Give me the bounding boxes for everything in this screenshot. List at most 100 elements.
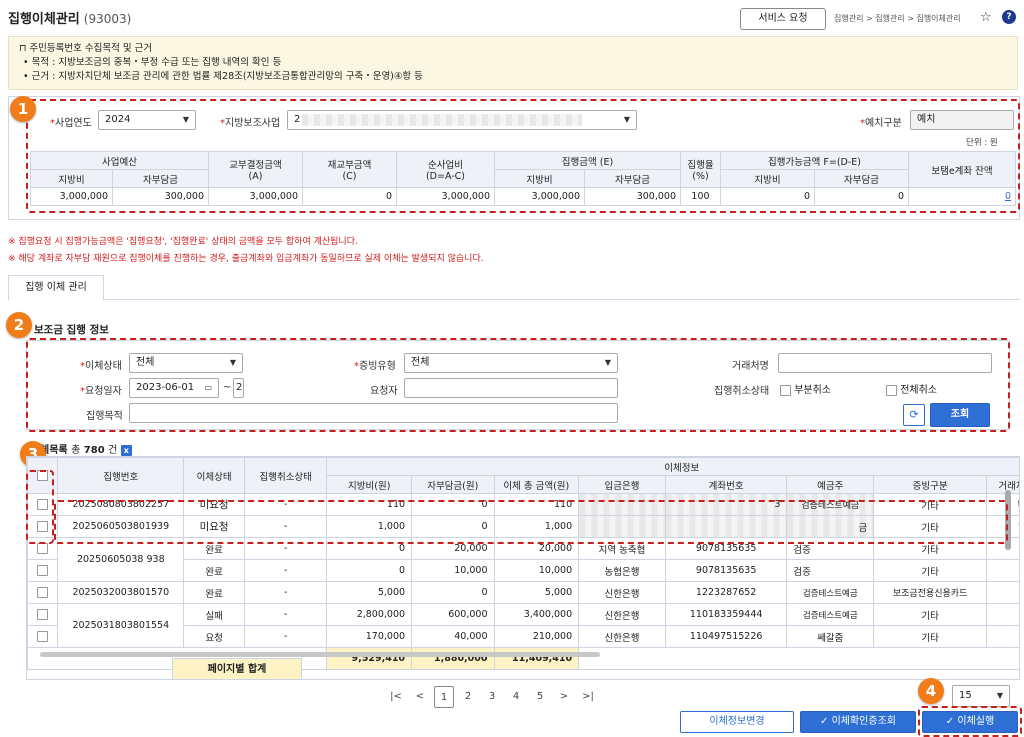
year-select-value: 2024 — [105, 114, 131, 125]
page-1-button[interactable]: 1 — [434, 686, 454, 708]
step-badge-1: 1 — [10, 96, 36, 122]
col-transfer-info: 이체정보 — [326, 457, 1019, 476]
total-cell: 210,000 — [493, 625, 580, 648]
tab-transfer-management[interactable]: 집행 이체 관리 — [8, 275, 104, 300]
account-cell: 9078135635 — [664, 559, 788, 582]
budget-cell: 3,000,000 — [208, 187, 303, 206]
next-page-button[interactable]: > — [554, 686, 574, 708]
requester-label: 요청자 — [370, 386, 398, 397]
col-status: 이체상태 — [183, 457, 245, 494]
evidence-select[interactable]: 전체 ▼ — [404, 353, 618, 373]
highlight-box-3b — [54, 500, 1008, 544]
status-select[interactable]: 전체 ▼ — [129, 353, 243, 373]
regrant-header: 재교부금액 (C) — [302, 151, 397, 188]
page-2-button[interactable]: 2 — [458, 686, 478, 708]
change-transfer-info-button[interactable]: 이체정보변경 — [680, 711, 794, 733]
horizontal-scrollbar[interactable] — [40, 652, 600, 657]
tab-bar-line — [8, 299, 1020, 300]
col-holder: 예금주 — [786, 475, 875, 494]
service-request-button[interactable]: 서비스 요청 — [740, 8, 826, 30]
row-checkbox[interactable] — [37, 565, 49, 576]
star-icon[interactable]: ☆ — [980, 10, 992, 25]
local-cell: 5,000 — [326, 581, 413, 604]
net-header-sub: (D=A-C) — [425, 171, 466, 182]
exec-self-header: 자부담금 — [584, 169, 681, 188]
last-page-button[interactable]: >| — [578, 686, 598, 708]
row-checkbox[interactable] — [37, 587, 49, 598]
vendor-input[interactable] — [778, 353, 992, 373]
row-checkbox[interactable] — [37, 609, 49, 620]
page-3-button[interactable]: 3 — [482, 686, 502, 708]
page-size-value: 15 — [959, 690, 972, 701]
row-checkbox[interactable] — [37, 543, 49, 554]
project-label-text: 지방보조사업 — [225, 118, 281, 129]
search-button[interactable]: 조회 — [930, 403, 990, 427]
col-account: 계좌번호 — [664, 475, 788, 494]
budget-cell: 3,000,000 — [494, 187, 585, 206]
evidence-cell: 기타 — [873, 559, 988, 582]
self-header: 자부담금 — [112, 169, 209, 188]
status-select-value: 전체 — [136, 357, 155, 368]
refresh-button[interactable]: ⟳ — [903, 404, 925, 426]
evidence-cell: 기타 — [873, 625, 988, 648]
date-to-value: 2 — [236, 382, 243, 393]
status-cell: 요청 — [183, 625, 245, 648]
status-cell: 완료 — [183, 581, 245, 604]
cancel-cell: - — [243, 603, 328, 626]
row-checkbox-cell[interactable] — [27, 625, 59, 648]
step-badge-4: 4 — [918, 678, 944, 704]
list-total-label: 총 — [71, 445, 81, 456]
calendar-icon[interactable]: ▭ — [204, 379, 212, 397]
transfer-confirm-lookup-button[interactable]: ✓ 이체확인증조회 — [800, 711, 916, 733]
checkbox[interactable] — [780, 384, 791, 396]
full-cancel-checkbox[interactable]: 전체취소 — [886, 381, 937, 396]
highlight-box-4 — [918, 706, 1022, 737]
budget-cell: 0 — [720, 187, 815, 206]
exec-no-cell: 20250605038 938 — [57, 537, 185, 582]
table-row[interactable]: 2025031803801554 실패 - 2,800,000 600,000 … — [27, 603, 1019, 648]
budget-cell: 300,000 — [584, 187, 681, 206]
col-total: 이체 총 금액(원) — [493, 475, 580, 494]
help-icon[interactable]: ? — [1002, 10, 1016, 24]
requester-input[interactable] — [404, 378, 618, 398]
purpose-input[interactable] — [129, 403, 618, 423]
account-cell: 110183359444 — [664, 603, 788, 626]
checkbox[interactable] — [886, 384, 897, 396]
budget-cell: 0 — [814, 187, 909, 206]
first-page-button[interactable]: |< — [386, 686, 406, 708]
table-row[interactable]: 2025032003801570 완료 - 5,000 0 5,000 신한은행… — [27, 581, 1019, 604]
partial-cancel-checkbox[interactable]: 부분취소 — [780, 381, 831, 396]
prev-page-button[interactable]: < — [410, 686, 430, 708]
budget-cell: 300,000 — [112, 187, 209, 206]
exec-header: 집행금액 (E) — [494, 151, 681, 170]
project-select[interactable]: 2 ▼ — [287, 110, 637, 130]
page-5-button[interactable]: 5 — [530, 686, 550, 708]
exec-no-cell: 2025031803801554 — [57, 603, 185, 648]
page-size-select[interactable]: 15 ▼ — [952, 685, 1010, 707]
unit-label: 단위 : 원 — [966, 138, 998, 148]
date-from-input[interactable]: 2023-06-01 ▭ — [129, 378, 219, 398]
year-select[interactable]: 2024 ▼ — [98, 110, 196, 130]
highlight-box-3 — [26, 470, 54, 544]
masked-project-name — [302, 114, 582, 126]
list-table: 집행번호 이체상태 집행취소상태 이체정보 지방비(원) 자부담금(원) 이체 … — [27, 457, 1019, 670]
page-4-button[interactable]: 4 — [506, 686, 526, 708]
budget-cell: 3,000,000 — [396, 187, 495, 206]
avail-self-header: 자부담금 — [814, 169, 909, 188]
row-checkbox-cell[interactable] — [27, 559, 59, 582]
step-badge-2: 2 — [6, 312, 32, 338]
local-cell: 0 — [326, 559, 413, 582]
bank-cell: 신한은행 — [578, 625, 666, 648]
chevron-down-icon: ▼ — [604, 358, 611, 367]
avail-header: 집행가능금액 F=(D-E) — [720, 151, 909, 170]
local-cell: 170,000 — [326, 625, 413, 648]
cancel-status-label: 집행취소상태 — [714, 386, 770, 397]
row-checkbox-cell[interactable] — [27, 581, 59, 604]
row-checkbox-cell[interactable] — [27, 603, 59, 626]
row-checkbox[interactable] — [37, 631, 49, 642]
excel-icon[interactable]: x — [120, 445, 132, 456]
holder-cell: 검증테스트예금 — [786, 581, 875, 604]
evidence-cell: 보조금전용신용카드 — [873, 581, 988, 604]
date-to-input[interactable]: 2 — [233, 378, 244, 398]
balance-link[interactable]: 0 — [908, 187, 1016, 206]
